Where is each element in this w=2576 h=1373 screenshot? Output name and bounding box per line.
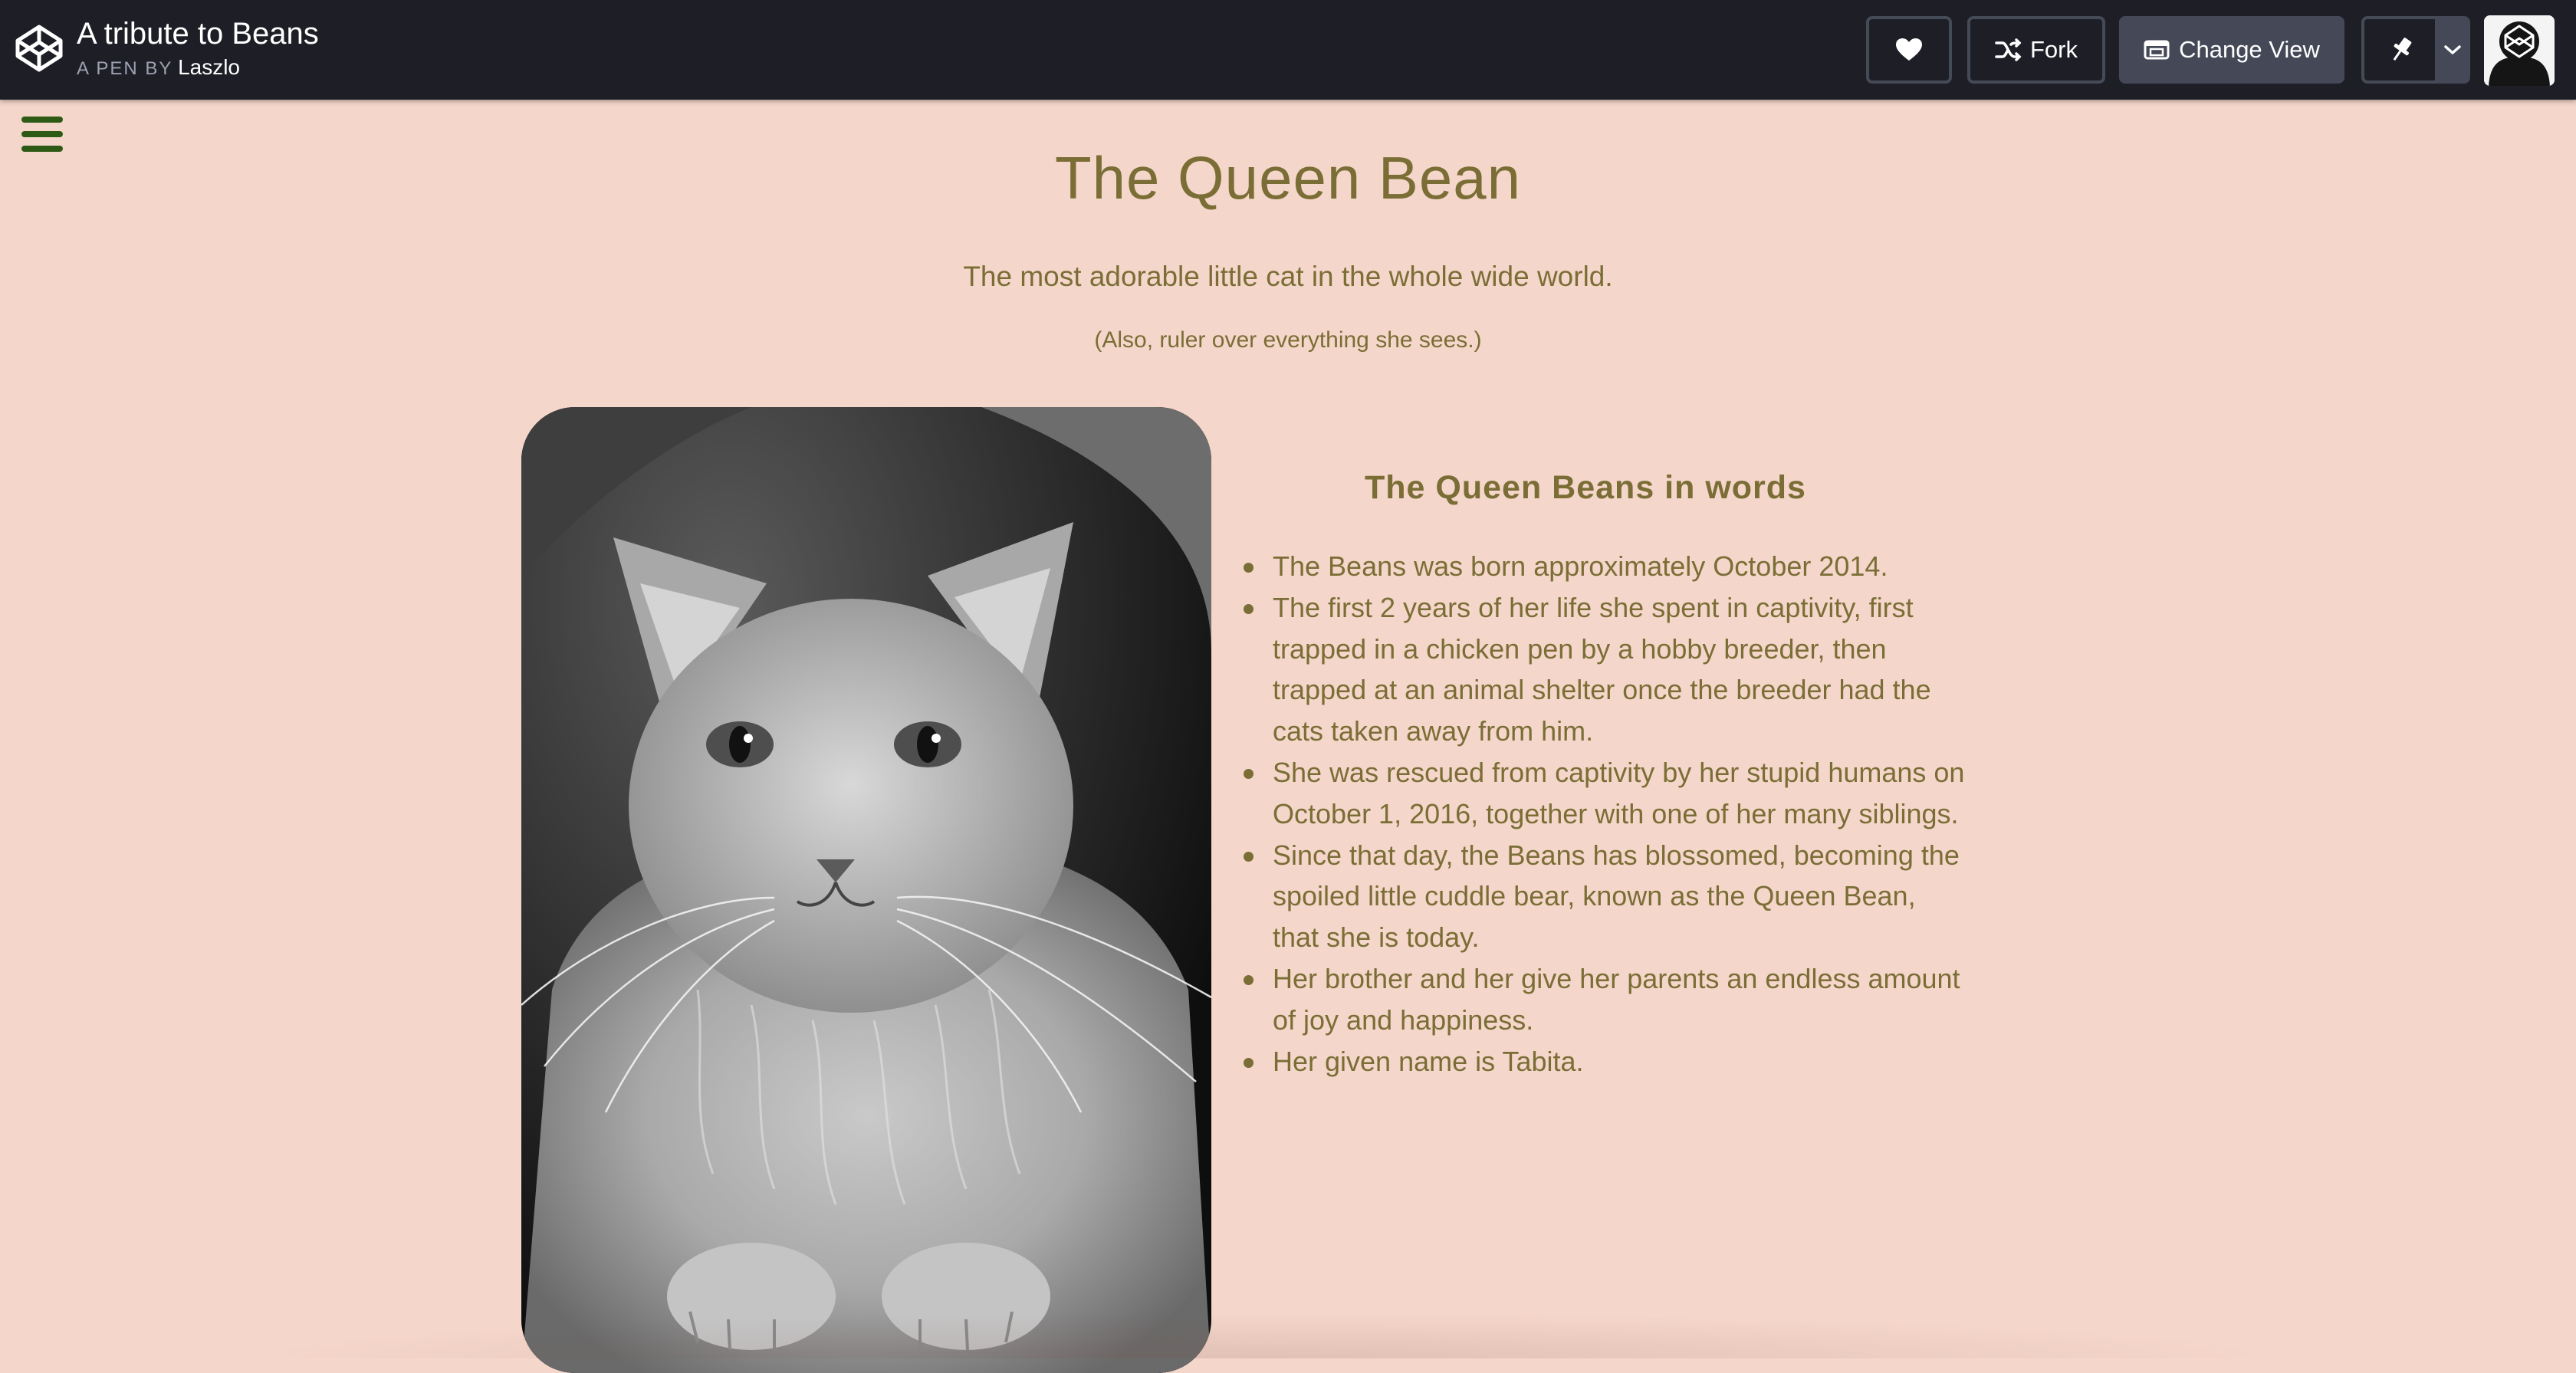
bottom-shadow — [230, 1312, 2300, 1358]
heart-icon — [1896, 38, 1922, 61]
pin-icon — [2393, 38, 2412, 61]
change-view-label: Change View — [2179, 36, 2320, 63]
codepen-logo-icon[interactable] — [14, 23, 64, 74]
codepen-header: A tribute to Beans A PEN BY Laszlo Fork … — [0, 0, 2576, 100]
facts-heading: The Queen Beans in words — [1365, 469, 1806, 506]
list-item: The first 2 years of her life she spent … — [1244, 587, 1969, 752]
change-view-button[interactable]: Change View — [2119, 16, 2344, 84]
list-item: Her brother and her give her parents an … — [1244, 958, 1969, 1041]
menu-bar-middle — [21, 131, 63, 137]
author-link[interactable]: Laszlo — [178, 55, 240, 79]
page-title: The Queen Bean — [1054, 144, 1522, 212]
fork-icon — [1995, 38, 2022, 61]
pin-button[interactable] — [2361, 16, 2438, 84]
cat-photo — [521, 407, 1211, 1373]
pen-title[interactable]: A tribute to Beans — [77, 14, 319, 54]
page-subtitle: The most adorable little cat in the whol… — [963, 261, 1613, 292]
page-aside: (Also, ruler over everything she sees.) — [1094, 327, 1482, 353]
layout-icon — [2144, 40, 2170, 60]
menu-bar-top — [21, 117, 63, 123]
facts-list: The Beans was born approximately October… — [1244, 546, 1969, 1082]
pen-by-label: A PEN BY — [77, 58, 173, 79]
fork-button[interactable]: Fork — [1967, 16, 2105, 84]
like-button[interactable] — [1866, 16, 1952, 84]
avatar-image — [2484, 15, 2555, 86]
cat-photo-image — [521, 407, 1211, 1373]
pen-author-line: A PEN BY Laszlo — [77, 55, 240, 81]
list-item: Her given name is Tabita. — [1244, 1041, 1969, 1082]
pin-options-dropdown[interactable] — [2435, 16, 2470, 84]
list-item: Since that day, the Beans has blossomed,… — [1244, 835, 1969, 958]
user-avatar[interactable] — [2484, 15, 2555, 86]
list-item: She was rescued from captivity by her st… — [1244, 752, 1969, 835]
list-item: The Beans was born approximately October… — [1244, 546, 1969, 587]
chevron-down-icon — [2444, 45, 2461, 54]
fork-label: Fork — [2030, 36, 2078, 63]
